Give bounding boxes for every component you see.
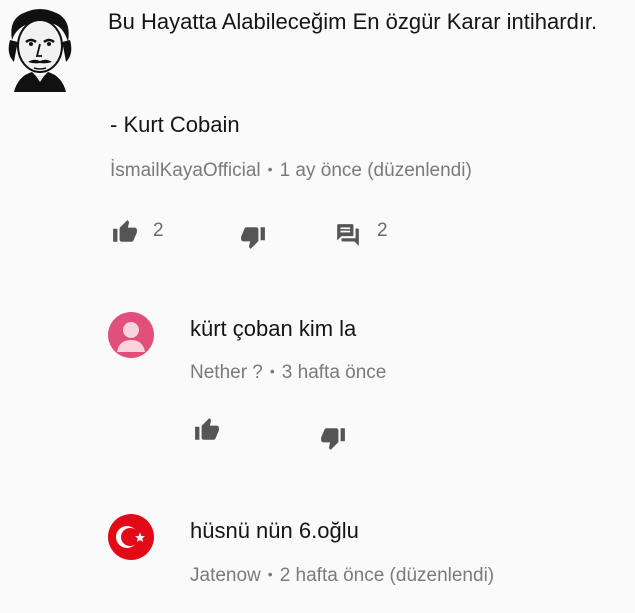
comment-time: 1 ay önce (düzenlendi) (279, 160, 472, 181)
dislike-button[interactable] (318, 425, 348, 451)
like-button[interactable] (110, 219, 140, 245)
reply-meta: Jatenow • 2 hafta önce (düzenlendi) (190, 565, 494, 587)
comment-quote-author: - Kurt Cobain (110, 112, 240, 137)
reply-meta: Nether ? • 3 hafta önce (190, 362, 386, 384)
comment-text: Bu Hayatta Alabileceğim En özgür Karar i… (108, 9, 598, 34)
turkish-flag-icon (116, 526, 145, 548)
reply-author[interactable]: Nether ? (190, 362, 263, 383)
reply-time: 3 hafta önce (281, 362, 387, 383)
reply-count: 2 (377, 220, 388, 241)
like-button[interactable] (192, 417, 222, 443)
avatar[interactable] (4, 6, 76, 92)
meta-separator: • (269, 363, 275, 379)
portrait-avatar-image (8, 9, 72, 92)
reply-text: kürt çoban kim la (190, 316, 357, 341)
reply-text: hüsnü nün 6.oğlu (190, 518, 359, 543)
comment-icon (337, 224, 359, 246)
comment-meta: İsmailKayaOfficial • 1 ay önce (düzenlendi… (110, 160, 472, 182)
avatar[interactable] (108, 312, 154, 358)
dislike-button[interactable] (238, 224, 268, 250)
avatar[interactable] (108, 514, 154, 560)
reply-button[interactable] (334, 222, 362, 248)
thumb-up-icon (195, 418, 219, 440)
thumb-down-icon (321, 428, 345, 450)
thumb-down-icon (241, 227, 265, 249)
thumb-up-icon (113, 220, 137, 242)
reply-time: 2 hafta önce (düzenlendi) (279, 565, 495, 586)
reply-author[interactable]: Jatenow (190, 565, 261, 586)
default-user-icon (117, 322, 145, 352)
like-count: 2 (153, 220, 164, 241)
meta-separator: • (267, 161, 273, 177)
comment-author[interactable]: İsmailKayaOfficial (110, 160, 261, 181)
meta-separator: • (267, 566, 273, 582)
